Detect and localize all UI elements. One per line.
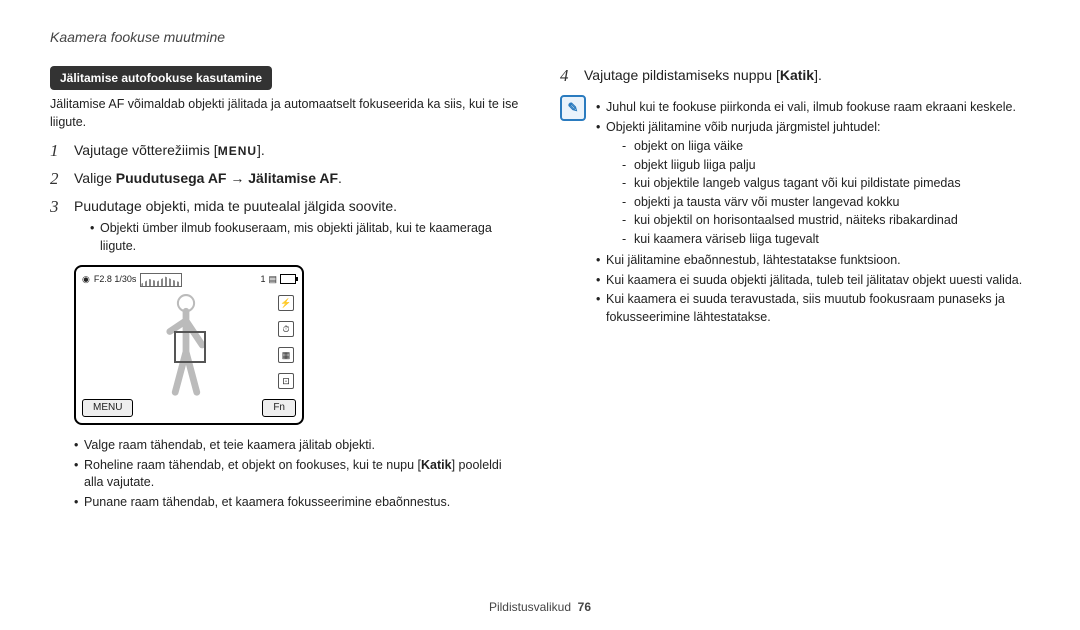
step-1: 1 Vajutage võtterežiimis [MENU].: [50, 141, 520, 161]
note-sub-dash: kui kaamera väriseb liiga tugevalt: [622, 231, 1030, 249]
text: Objekti jälitamine võib nurjuda järgmist…: [606, 120, 880, 134]
note-sub-dash: objekt liigub liiga palju: [622, 157, 1030, 175]
timer-icon: ⏱: [278, 321, 294, 337]
step-2-bold-1: Puudutusega AF: [116, 170, 227, 186]
step-2-pre: Valige: [74, 170, 116, 186]
softkey-menu: MENU: [82, 399, 133, 417]
left-column: Jälitamise autofookuse kasutamine Jälita…: [50, 66, 520, 514]
step-number: 4: [560, 64, 569, 88]
flash-icon: ⚡: [278, 295, 294, 311]
menu-icon: MENU: [218, 143, 257, 160]
note-sub-dash: kui objektil on horisontaalsed mustrid, …: [622, 212, 1030, 230]
focus-frame: [174, 331, 206, 363]
step-number: 2: [50, 167, 59, 191]
mode-dial-icon: ◉: [82, 273, 90, 286]
note-box: ✎ Juhul kui te fookuse piirkonda ei vali…: [560, 95, 1030, 328]
arrow-icon: →: [226, 170, 248, 186]
note-bullet: Objekti jälitamine võib nurjuda järgmist…: [596, 119, 1030, 249]
step-3-text: Puudutage objekti, mida te puutealal jäl…: [74, 198, 397, 214]
grid-icon: ▦: [278, 347, 294, 363]
note-bullet: Kui kaamera ei suuda teravustada, siis m…: [596, 291, 1030, 326]
note-bullet: Juhul kui te fookuse piirkonda ei vali, …: [596, 99, 1030, 117]
step-number: 1: [50, 139, 59, 163]
frame-meaning-red: Punane raam tähendab, et kaamera fokusse…: [74, 494, 520, 512]
intro-text: Jälitamise AF võimaldab objekti jälitada…: [50, 96, 520, 131]
shot-count: 1: [260, 273, 265, 286]
step-4-pre: Vajutage pildistamiseks nuppu [: [584, 67, 780, 83]
note-sub-dash: objekti ja tausta värv või muster langev…: [622, 194, 1030, 212]
step-1-text: Vajutage võtterežiimis [: [74, 142, 218, 158]
softkey-fn: Fn: [262, 399, 296, 417]
frame-meaning-white: Valge raam tähendab, et teie kaamera jäl…: [74, 437, 520, 455]
footer-page-number: 76: [578, 600, 591, 614]
breadcrumb: Kaamera fookuse muutmine: [50, 28, 1030, 48]
step-1-after: ].: [257, 142, 265, 158]
focus-mode-icon: ⊡: [278, 373, 294, 389]
note-sub-dash: objekt on liiga väike: [622, 138, 1030, 156]
step-4: 4 Vajutage pildistamiseks nuppu [Katik].: [560, 66, 1030, 86]
note-sub-dash: kui objektile langeb valgus tagant või k…: [622, 175, 1030, 193]
right-column: 4 Vajutage pildistamiseks nuppu [Katik].…: [560, 66, 1030, 514]
katik-bold: Katik: [780, 67, 814, 83]
step-2-bold-2: Jälitamise AF: [248, 170, 338, 186]
sd-card-icon: ▤: [268, 273, 277, 286]
step-number: 3: [50, 195, 59, 219]
text: Roheline raam tähendab, et objekt on foo…: [84, 458, 421, 472]
step-2: 2 Valige Puudutusega AF → Jälitamise AF.: [50, 169, 520, 189]
katik-bold: Katik: [421, 458, 452, 472]
exposure-readout: F2.8 1/30s: [94, 273, 137, 286]
section-subtitle: Jälitamise autofookuse kasutamine: [50, 66, 272, 91]
page-footer: Pildistusvalikud 76: [0, 599, 1080, 616]
camera-lcd-preview: ◉ F2.8 1/30s 1 ▤ ⚡ ⏱ ▦ ⊡: [74, 265, 304, 425]
step-3: 3 Puudutage objekti, mida te puutealal j…: [50, 197, 520, 256]
note-bullet: Kui kaamera ei suuda objekti jälitada, t…: [596, 272, 1030, 290]
frame-meaning-green: Roheline raam tähendab, et objekt on foo…: [74, 457, 520, 492]
step-3-bullet: Objekti ümber ilmub fookuseraam, mis obj…: [90, 220, 520, 255]
footer-section: Pildistusvalikud: [489, 600, 571, 614]
battery-icon: [280, 274, 296, 284]
note-icon: ✎: [560, 95, 586, 121]
histogram-icon: [140, 273, 182, 287]
step-2-end: .: [338, 170, 342, 186]
step-4-post: ].: [814, 67, 822, 83]
note-bullet: Kui jälitamine ebaõnnestub, lähtestataks…: [596, 252, 1030, 270]
